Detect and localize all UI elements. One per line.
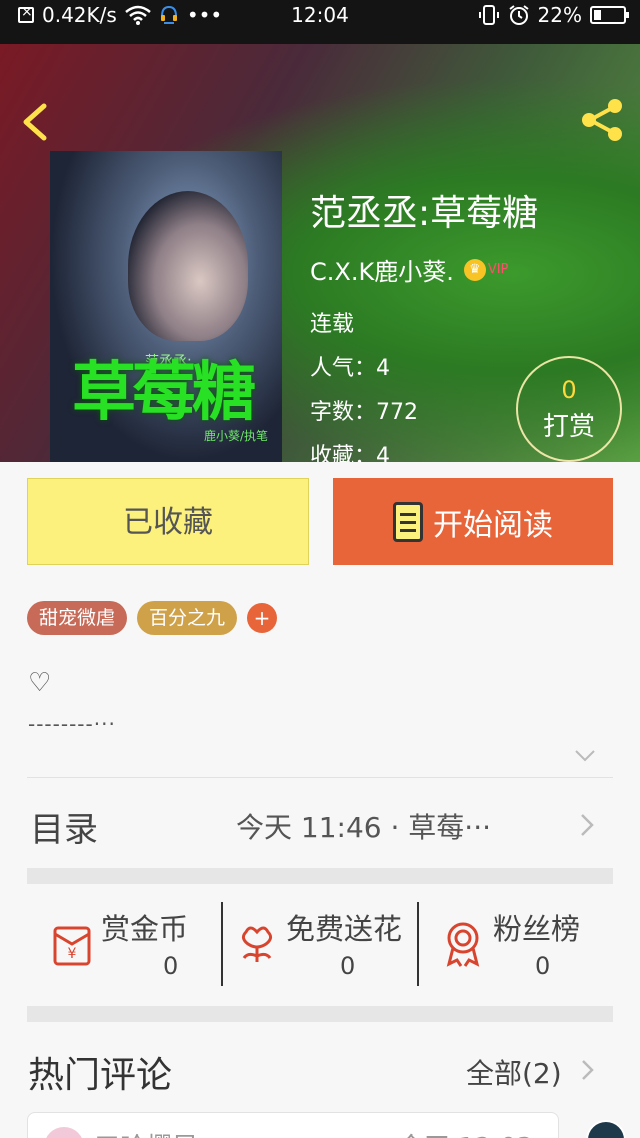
stat-divider — [417, 902, 419, 986]
tag-item[interactable]: 甜宠微虐 — [27, 601, 128, 635]
svg-text:¥: ¥ — [68, 946, 77, 962]
status-bar: 0.42K/s ••• 12:04 22% — [0, 0, 640, 44]
hot-comments-title: 热门评论 — [28, 1055, 173, 1096]
comment-time: 今天 12:03 — [398, 1127, 533, 1138]
book-description: --------··· — [28, 712, 116, 736]
red-envelope-icon: ¥ — [53, 926, 91, 966]
serial-status: 连载 — [310, 312, 355, 337]
word-count: 字数：772 — [310, 400, 418, 425]
chevron-down-icon[interactable] — [574, 748, 596, 764]
alarm-icon — [508, 5, 529, 25]
reward-label: 打赏 — [542, 412, 595, 442]
start-reading-button[interactable]: 开始阅读 — [333, 478, 613, 565]
fan-ranking-label: 粉丝榜 — [493, 912, 581, 946]
all-comments-link[interactable]: 全部(2) — [466, 1052, 562, 1092]
comment-card[interactable]: 三哈樱早 今天 12:03 — [27, 1112, 559, 1138]
toc-row[interactable]: 目录 今天 11:46 · 草莓··· — [0, 778, 640, 870]
vip-label: VIP — [487, 262, 509, 277]
avatar[interactable] — [586, 1120, 626, 1138]
favorites-count: 收藏：4 — [310, 444, 390, 462]
stat-divider — [221, 902, 223, 986]
crown-icon: ♛ — [463, 258, 486, 281]
send-flower-label: 免费送花 — [286, 912, 403, 946]
section-separator — [27, 1006, 613, 1022]
vip-badge: ♛ VIP — [463, 258, 509, 281]
author-row[interactable]: C.X.K鹿小葵. ♛ VIP — [310, 252, 508, 287]
fan-ranking-stat[interactable]: 粉丝榜 0 — [439, 890, 609, 990]
battery-percent: 22% — [537, 3, 582, 27]
toc-label: 目录 — [30, 810, 98, 850]
chevron-right-icon — [581, 814, 594, 836]
battery-icon — [590, 6, 629, 24]
chevron-right-icon[interactable] — [580, 1058, 596, 1082]
avatar[interactable] — [44, 1127, 84, 1138]
send-flower-value: 0 — [340, 952, 356, 980]
coin-reward-label: 赏金币 — [101, 912, 189, 946]
tag-list: 甜宠微虐 百分之九 + — [27, 601, 278, 635]
reward-button[interactable]: 0 打赏 — [516, 356, 622, 462]
favorited-button[interactable]: 已收藏 — [27, 478, 309, 565]
popularity-count: 人气：4 — [310, 356, 390, 381]
share-icon[interactable] — [578, 96, 626, 144]
author-name[interactable]: C.X.K鹿小葵. — [310, 252, 454, 287]
tag-item[interactable]: 百分之九 — [137, 601, 238, 635]
cover-portrait — [128, 191, 248, 341]
book-title: 范丞丞:草莓糖 — [310, 193, 539, 234]
send-flower-stat[interactable]: 免费送花 0 — [232, 890, 422, 990]
back-icon[interactable] — [18, 102, 52, 142]
cover-art-author: 鹿小葵/执笔 — [203, 429, 268, 443]
vibrate-icon — [478, 5, 499, 25]
coin-reward-value: 0 — [163, 952, 179, 980]
fan-ranking-value: 0 — [535, 952, 551, 980]
book-icon — [393, 501, 423, 542]
flower-icon — [241, 926, 273, 962]
book-header: 范丞丞: 草莓糖 鹿小葵/执笔 范丞丞:草莓糖 C.X.K鹿小葵. ♛ VIP … — [0, 44, 640, 462]
heart-icon: ♡ — [28, 668, 52, 698]
support-stats: ¥ 赏金币 0 免费送花 0 粉丝榜 0 — [27, 890, 613, 1000]
add-tag-button[interactable]: + — [247, 603, 278, 633]
commenter-name: 三哈樱早 — [94, 1127, 198, 1138]
reward-count: 0 — [561, 376, 577, 404]
section-separator — [27, 868, 613, 884]
coin-reward-stat[interactable]: ¥ 赏金币 0 — [47, 890, 227, 990]
cover-art-title: 草莓糖 — [72, 356, 256, 430]
book-cover[interactable]: 范丞丞: 草莓糖 鹿小葵/执笔 — [50, 151, 282, 462]
start-reading-label: 开始阅读 — [433, 507, 553, 543]
medal-icon — [446, 922, 480, 967]
latest-chapter: 今天 11:46 · 草莓··· — [236, 811, 491, 844]
